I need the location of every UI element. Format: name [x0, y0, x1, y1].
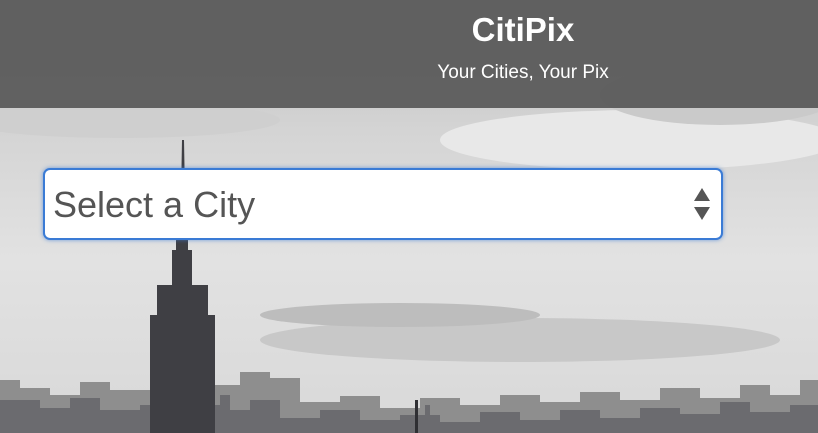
city-select[interactable]: Select a City — [43, 168, 723, 240]
up-down-arrows-icon — [693, 186, 711, 222]
app-title: CitiPix — [471, 11, 575, 48]
page: CitiPix Your Cities, Your Pix Select a C… — [0, 0, 818, 433]
app-tagline: Your Cities, Your Pix — [437, 62, 609, 83]
app-header: CitiPix Your Cities, Your Pix — [0, 0, 818, 108]
city-select-value: Select a City — [53, 184, 256, 225]
